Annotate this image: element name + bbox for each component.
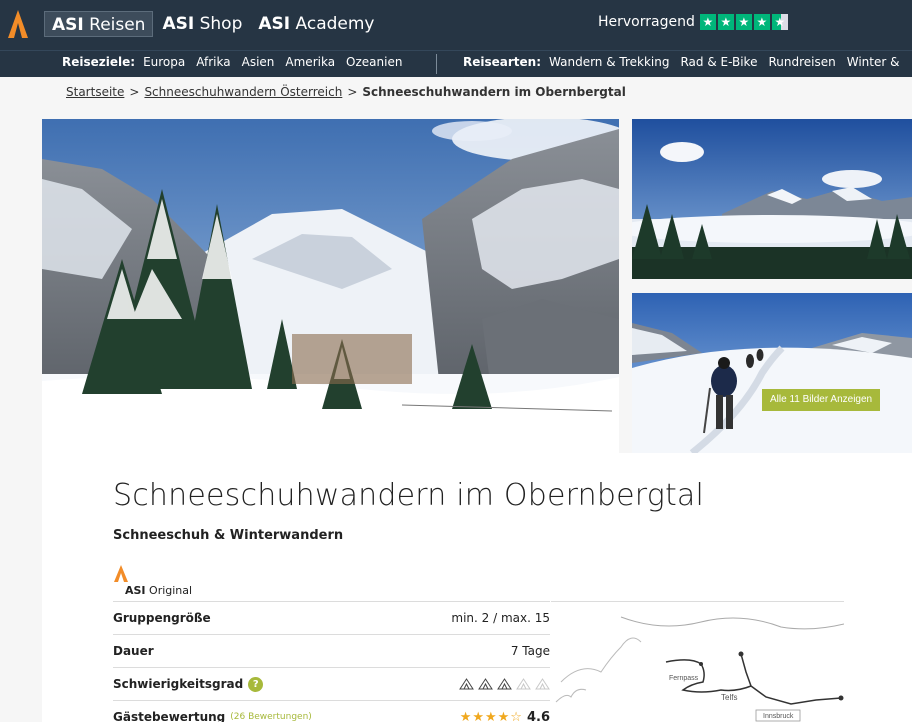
nav-item-amerika[interactable]: Amerika (285, 55, 335, 69)
fact-row-rating: Gästebewertung (26 Bewertungen) ★★★★☆ 4.… (113, 700, 550, 722)
rating-value: 4.6 (526, 709, 550, 722)
fact-value: min. 2 / max. 15 (451, 611, 550, 625)
tab-asi-academy[interactable]: ASI Academy (251, 11, 381, 37)
asi-logo-icon[interactable] (7, 9, 29, 39)
route-map[interactable]: Fernpass Telfs Innsbruck (551, 601, 844, 722)
fact-row-group-size: Gruppengröße min. 2 / max. 15 (113, 601, 550, 634)
breadcrumb-current: Schneeschuhwandern im Obernbergtal (362, 85, 626, 99)
map-label-telfs: Telfs (721, 693, 737, 702)
gallery-image-2[interactable] (632, 119, 912, 279)
trustpilot-stars-icon: ★ ★ ★ ★ ★ (699, 14, 788, 30)
difficulty-rating (459, 678, 550, 690)
trust-label: Hervorragend (598, 14, 695, 30)
nav-item-afrika[interactable]: Afrika (196, 55, 230, 69)
nav-item-asien[interactable]: Asien (242, 55, 275, 69)
tab-asi-reisen[interactable]: ASI Reisen (44, 11, 154, 37)
fact-value: 7 Tage (510, 644, 550, 658)
help-icon[interactable]: ? (248, 676, 264, 692)
breadcrumb-category[interactable]: Schneeschuhwandern Österreich (144, 85, 342, 99)
destinations-label: Reiseziele: (62, 55, 136, 69)
show-all-images-button[interactable]: Alle 11 Bilder Anzeigen (762, 389, 881, 411)
nav-item-europa[interactable]: Europa (143, 55, 185, 69)
top-bar: ASI Reisen ASI Shop ASI Academy Hervorra… (0, 0, 912, 50)
nav-item-winter[interactable]: Winter & (847, 55, 900, 69)
nav-item-wandern[interactable]: Wandern & Trekking (549, 55, 669, 69)
breadcrumb-home[interactable]: Startseite (66, 85, 124, 99)
asi-original-logo-icon (114, 565, 128, 582)
map-label-innsbruck: Innsbruck (763, 713, 794, 720)
tab-asi-shop[interactable]: ASI Shop (155, 11, 249, 37)
difficulty-mountain-icon (516, 678, 531, 690)
rating-stars-icon: ★★★★☆ (459, 709, 523, 722)
breadcrumb: Startseite > Schneeschuhwandern Österreich… (66, 85, 626, 99)
main-nav: Reiseziele: Europa Afrika Asien Amerika … (0, 50, 912, 77)
page-subtitle: Schneeschuh & Winterwandern (113, 528, 344, 543)
fact-key: Gruppengröße (113, 611, 211, 625)
difficulty-mountain-icon (459, 678, 474, 690)
reviews-count-link[interactable]: (26 Bewertungen) (230, 712, 312, 722)
map-label-fernpass: Fernpass (669, 675, 699, 682)
difficulty-mountain-icon (497, 678, 512, 690)
nav-divider (436, 54, 437, 74)
types-label: Reisearten: (463, 55, 542, 69)
page-title: Schneeschuhwandern im Obernbergtal (113, 478, 705, 513)
types-nav: Reisearten: Wandern & Trekking Rad & E-B… (463, 55, 899, 69)
fact-key: Dauer (113, 644, 154, 658)
difficulty-mountain-icon (535, 678, 550, 690)
gallery-main-image[interactable] (42, 119, 619, 453)
brand-tabs: ASI Reisen ASI Shop ASI Academy (44, 11, 381, 37)
asi-original-badge: ASI Original (125, 584, 193, 597)
fact-row-duration: Dauer 7 Tage (113, 634, 550, 667)
fact-key: Schwierigkeitsgrad (113, 677, 244, 691)
nav-item-ozeanien[interactable]: Ozeanien (346, 55, 402, 69)
facts-table: Gruppengröße min. 2 / max. 15 Dauer 7 Ta… (113, 601, 550, 722)
nav-item-rundreisen[interactable]: Rundreisen (768, 55, 835, 69)
nav-item-rad[interactable]: Rad & E-Bike (680, 55, 757, 69)
gallery-image-3[interactable] (632, 293, 912, 453)
trustpilot-rating[interactable]: Hervorragend ★ ★ ★ ★ ★ (598, 14, 788, 30)
fact-key: Gästebewertung (113, 710, 226, 722)
difficulty-mountain-icon (478, 678, 493, 690)
fact-row-difficulty: Schwierigkeitsgrad ? (113, 667, 550, 700)
destinations-nav: Reiseziele: Europa Afrika Asien Amerika … (62, 55, 402, 69)
